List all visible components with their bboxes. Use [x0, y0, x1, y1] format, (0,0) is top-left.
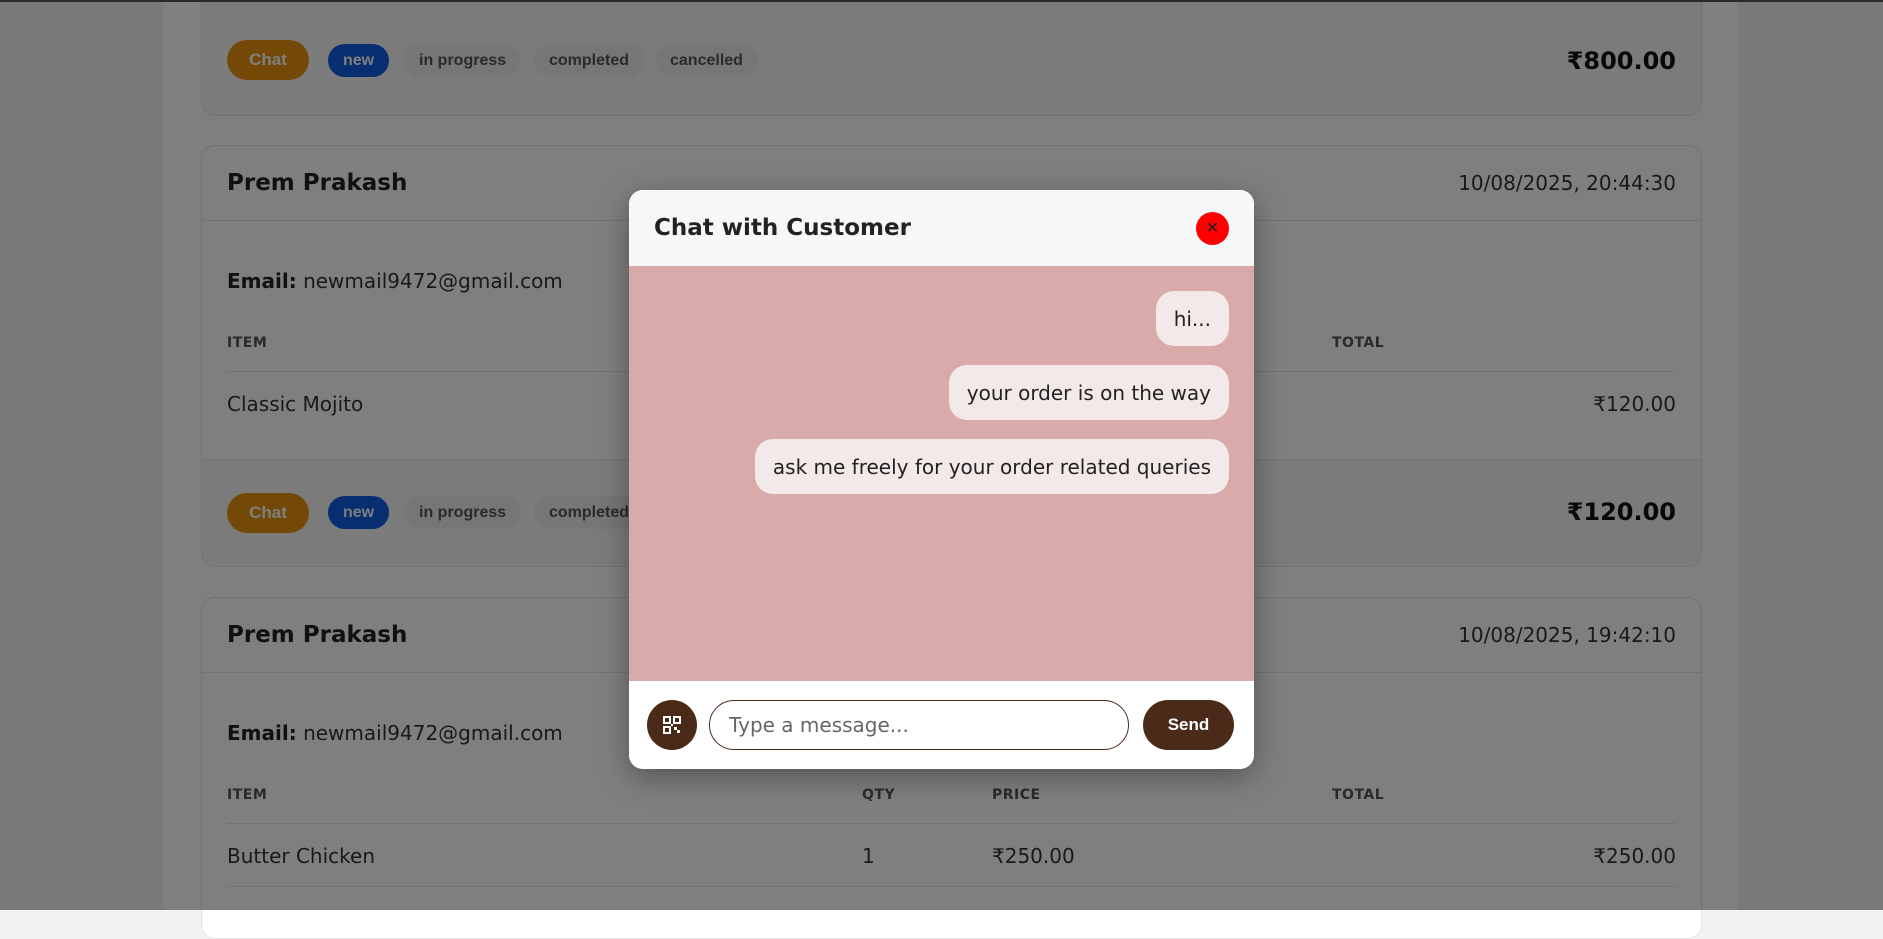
chat-modal-title: Chat with Customer — [654, 215, 911, 241]
chat-message: your order is on the way — [948, 365, 1229, 420]
chat-modal: Chat with Customer ✕ hi... your order is… — [629, 190, 1254, 769]
chat-modal-header: Chat with Customer ✕ — [629, 190, 1254, 267]
send-button[interactable]: Send — [1143, 700, 1234, 750]
qr-code-icon — [663, 716, 681, 734]
chat-messages: hi... your order is on the way ask me fr… — [629, 266, 1254, 681]
chat-message: ask me freely for your order related que… — [754, 439, 1229, 494]
close-button[interactable]: ✕ — [1196, 211, 1229, 245]
message-input[interactable] — [709, 700, 1129, 750]
chat-composer: Send — [629, 681, 1254, 769]
qr-code-button[interactable] — [647, 700, 697, 750]
chat-message: hi... — [1155, 291, 1229, 346]
close-icon: ✕ — [1205, 220, 1220, 237]
